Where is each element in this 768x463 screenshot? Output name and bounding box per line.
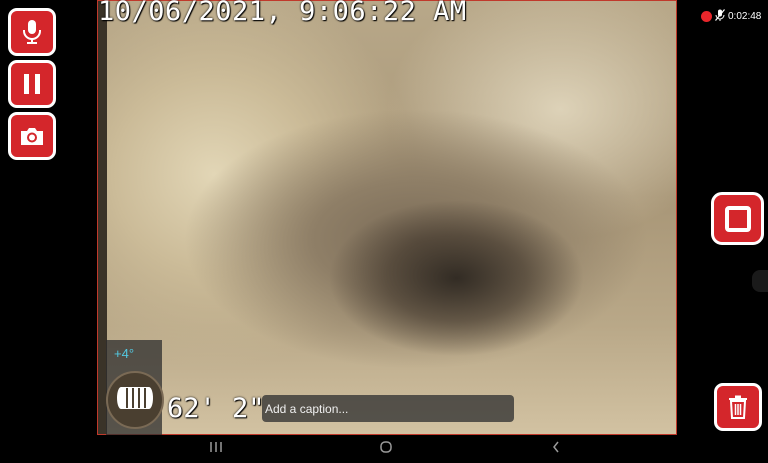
stop-button[interactable]	[711, 192, 764, 245]
mic-muted-icon	[715, 8, 725, 24]
caption-input[interactable]: Add a caption...	[262, 395, 514, 422]
cable-reel-icon	[115, 383, 155, 418]
recents-button[interactable]	[204, 439, 228, 459]
recording-dot-icon	[701, 10, 712, 22]
back-button[interactable]	[544, 439, 568, 459]
snapshot-button[interactable]	[8, 112, 56, 160]
pause-icon	[22, 73, 42, 95]
timestamp-overlay: 10/06/2021, 9:06:22 AM	[98, 0, 467, 27]
record-audio-button[interactable]	[8, 8, 56, 56]
recents-icon	[209, 440, 223, 458]
recording-status: 0:02:48	[701, 8, 761, 24]
microphone-icon	[21, 19, 43, 45]
side-panel-handle[interactable]	[752, 270, 768, 292]
video-feed	[97, 0, 677, 435]
cable-counter-button[interactable]	[106, 371, 164, 429]
distance-readout: 62' 2"	[167, 393, 265, 424]
back-icon	[551, 440, 561, 459]
angle-readout: +4°	[114, 346, 135, 361]
home-icon	[379, 440, 393, 459]
home-button[interactable]	[374, 439, 398, 459]
recording-time: 0:02:48	[728, 10, 762, 22]
pause-button[interactable]	[8, 60, 56, 108]
camera-icon	[19, 125, 45, 147]
stop-icon	[724, 205, 752, 233]
trash-icon	[728, 395, 748, 419]
delete-button[interactable]	[714, 383, 762, 431]
